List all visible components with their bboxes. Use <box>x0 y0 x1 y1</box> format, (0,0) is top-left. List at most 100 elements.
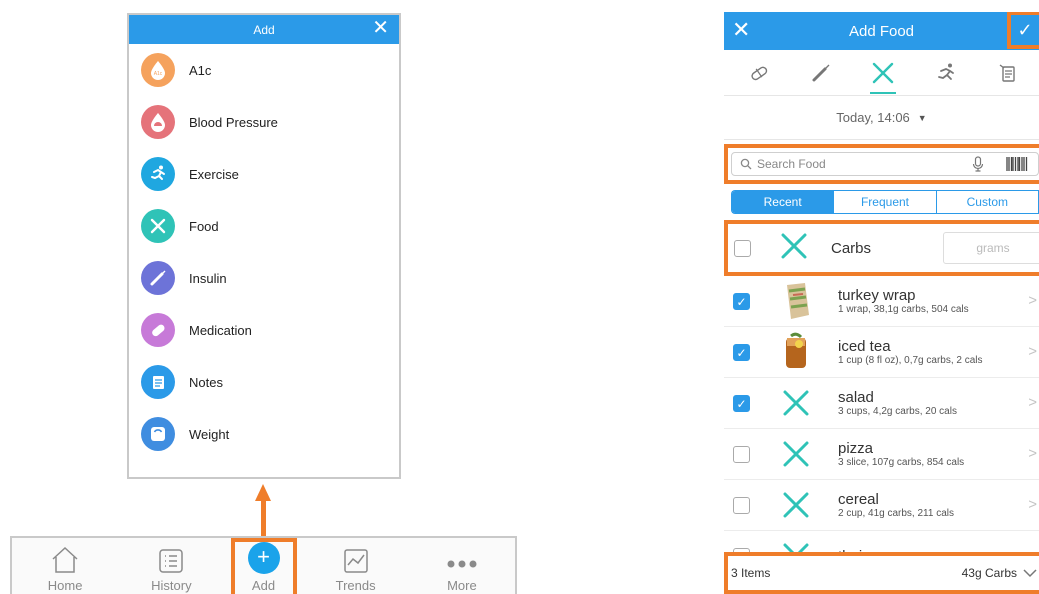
food-checkbox[interactable] <box>733 496 750 514</box>
food-checkbox[interactable]: ✓ <box>733 343 750 361</box>
tab-more[interactable]: More <box>409 538 515 594</box>
barcode-icon[interactable] <box>1006 156 1028 172</box>
add-menu-list: A1c A1c Blood Pressure Exercise Food Ins… <box>129 44 399 460</box>
iced-tea-image <box>776 332 816 372</box>
notes-icon <box>141 365 175 399</box>
pill-icon[interactable] <box>744 58 774 88</box>
tab-label: Add <box>251 578 276 593</box>
add-item-label: A1c <box>189 62 212 78</box>
food-checkbox[interactable]: ✓ <box>733 292 750 310</box>
list-filter-segmented-control: Recent Frequent Custom <box>731 190 1039 214</box>
list-item[interactable]: ✓ salad 3 cups, 4,2g carbs, 20 cals > <box>724 378 1039 429</box>
segment-custom[interactable]: Custom <box>937 191 1039 213</box>
turkey-wrap-image <box>776 281 816 321</box>
list-item[interactable]: cereal 2 cup, 41g carbs, 211 cals > <box>724 480 1039 531</box>
home-icon <box>52 546 78 573</box>
carbs-checkbox[interactable] <box>734 239 751 257</box>
add-food-header: ✕ Add Food ✓ <box>724 12 1039 50</box>
tab-label: Trends <box>335 578 376 593</box>
close-icon[interactable]: ✕ <box>372 18 389 38</box>
date-time-selector[interactable]: Today, 14:06 ▼ <box>724 96 1039 140</box>
add-item-exercise[interactable]: Exercise <box>129 148 399 200</box>
add-item-a1c[interactable]: A1c A1c <box>129 44 399 96</box>
pill-icon <box>141 313 175 347</box>
plus-icon: + <box>247 542 280 574</box>
date-time-label: Today, 14:06 <box>836 110 910 125</box>
trends-chart-icon <box>343 549 368 573</box>
add-item-label: Medication <box>189 322 252 338</box>
food-name: pizza <box>838 439 874 457</box>
add-item-medication[interactable]: Medication <box>129 304 399 356</box>
entry-type-selector <box>724 50 1039 96</box>
chevron-down-icon <box>1023 569 1037 578</box>
food-details: 3 slice, 107g carbs, 854 cals <box>838 456 965 468</box>
chevron-down-icon: ▼ <box>917 112 927 123</box>
blood-pressure-icon <box>141 105 175 139</box>
list-item[interactable]: ✓ turkey wrap 1 wrap, 38,1g carbs, 504 c… <box>724 276 1039 327</box>
add-item-insulin[interactable]: Insulin <box>129 252 399 304</box>
add-item-label: Notes <box>189 374 223 390</box>
add-food-screen: ✕ Add Food ✓ Today, 14:06 ▼ Search Food <box>724 12 1039 594</box>
total-carbs: 43g Carbs <box>961 566 1017 580</box>
tab-add[interactable]: + Add <box>230 538 297 594</box>
segment-frequent[interactable]: Frequent <box>834 191 937 213</box>
syringe-icon[interactable] <box>806 58 836 88</box>
food-name: turkey wrap <box>838 286 916 304</box>
food-name: cereal <box>838 490 879 508</box>
chevron-right-icon: > <box>1028 496 1037 513</box>
tab-label: More <box>447 578 477 593</box>
confirm-check-button[interactable]: ✓ <box>1007 12 1039 49</box>
tab-trends[interactable]: Trends <box>303 538 409 594</box>
notes-icon[interactable] <box>993 58 1023 88</box>
add-menu-title: Add <box>253 22 275 37</box>
grams-input[interactable]: grams <box>943 232 1039 264</box>
scale-icon <box>141 417 175 451</box>
runner-icon[interactable] <box>931 58 961 88</box>
food-name: salad <box>838 388 874 406</box>
selection-summary-bar[interactable]: 3 Items 43g Carbs <box>724 552 1039 594</box>
add-menu-header: Add ✕ <box>129 15 399 44</box>
add-item-label: Weight <box>189 426 230 442</box>
chevron-right-icon: > <box>1028 292 1037 309</box>
food-details: 1 cup (8 fl oz), 0,7g carbs, 2 cals <box>838 354 983 366</box>
fork-knife-icon[interactable] <box>868 58 898 94</box>
list-item[interactable]: ✓ iced tea 1 cup (8 fl oz), 0,7g carbs, … <box>724 327 1039 378</box>
fork-knife-icon <box>779 232 809 265</box>
food-details: 2 cup, 41g carbs, 211 cals <box>838 507 954 519</box>
tab-history[interactable]: History <box>118 538 224 594</box>
add-item-notes[interactable]: Notes <box>129 356 399 408</box>
tab-home[interactable]: Home <box>12 538 118 594</box>
add-menu-panel: Add ✕ A1c A1c Blood Pressure Exercise Fo <box>127 13 401 479</box>
chevron-right-icon: > <box>1028 394 1037 411</box>
segment-recent[interactable]: Recent <box>732 191 835 213</box>
search-section: Search Food <box>724 144 1039 184</box>
food-details: 1 wrap, 38,1g carbs, 504 cals <box>838 303 969 315</box>
food-checkbox[interactable] <box>733 445 750 463</box>
food-checkbox[interactable]: ✓ <box>733 394 750 412</box>
food-name: iced tea <box>838 337 891 355</box>
a1c-drop-icon: A1c <box>141 53 175 87</box>
fork-knife-icon <box>776 383 816 423</box>
add-item-food[interactable]: Food <box>129 200 399 252</box>
recent-food-list: ✓ turkey wrap 1 wrap, 38,1g carbs, 504 c… <box>724 276 1039 582</box>
add-item-label: Exercise <box>189 166 239 182</box>
close-icon[interactable]: ✕ <box>732 18 750 42</box>
add-item-blood-pressure[interactable]: Blood Pressure <box>129 96 399 148</box>
chevron-right-icon: > <box>1028 445 1037 462</box>
add-food-title: Add Food <box>848 22 915 40</box>
list-item[interactable]: pizza 3 slice, 107g carbs, 854 cals > <box>724 429 1039 480</box>
callout-arrow-head <box>255 484 271 501</box>
search-input[interactable]: Search Food <box>731 152 1039 176</box>
syringe-icon <box>141 261 175 295</box>
food-details: 3 cups, 4,2g carbs, 20 cals <box>838 405 957 417</box>
search-icon <box>740 158 752 170</box>
more-dots-icon <box>447 560 477 568</box>
carbs-label: Carbs <box>831 239 872 257</box>
microphone-icon[interactable] <box>972 156 984 172</box>
add-item-weight[interactable]: Weight <box>129 408 399 460</box>
add-item-label: Insulin <box>189 270 227 286</box>
tab-label: History <box>151 578 192 593</box>
fork-knife-icon <box>776 485 816 525</box>
callout-arrow <box>261 500 266 538</box>
add-item-label: Blood Pressure <box>189 114 278 130</box>
